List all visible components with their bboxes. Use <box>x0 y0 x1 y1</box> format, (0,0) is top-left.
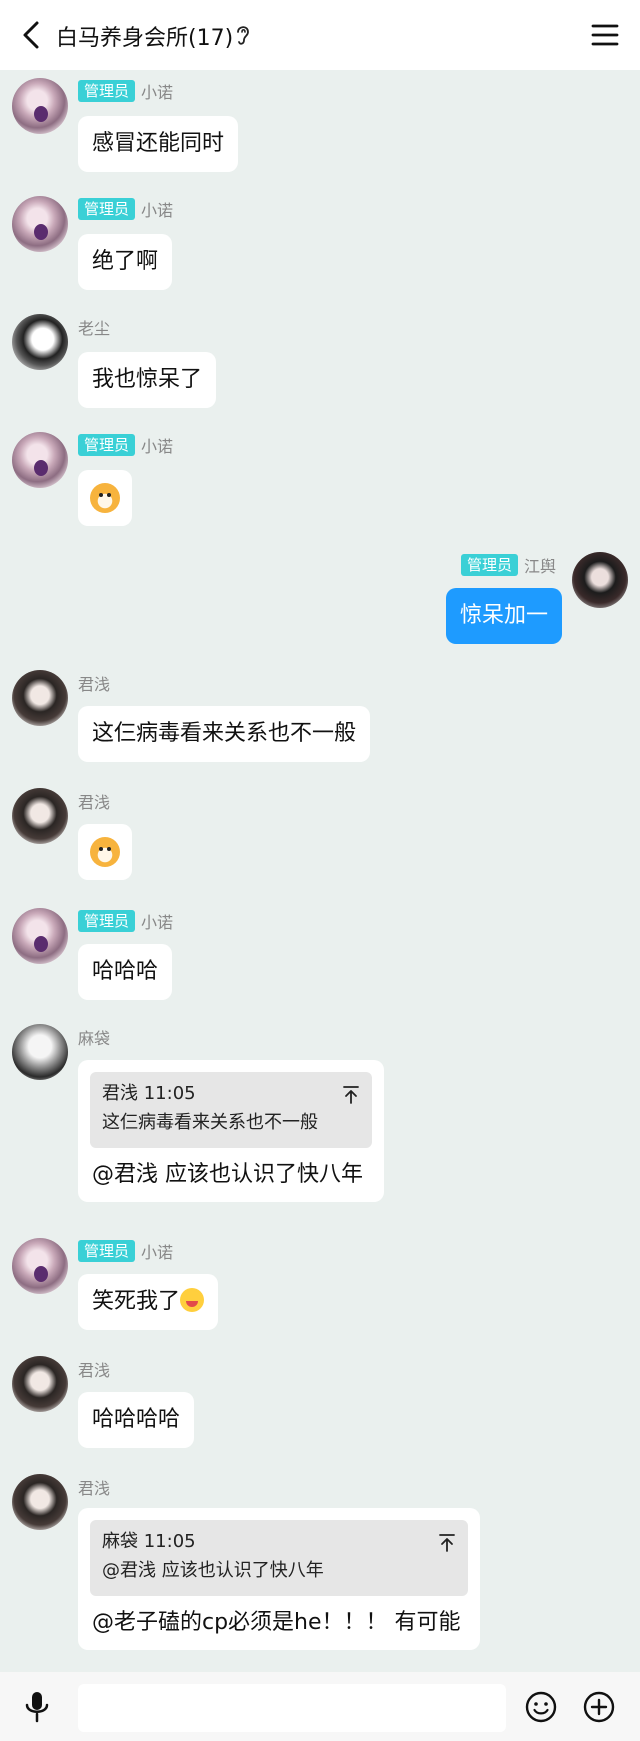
sender-name: 老尘 <box>78 319 111 338</box>
sender-name: 小诺 <box>141 913 174 932</box>
dog-emoji-icon <box>90 837 120 867</box>
avatar[interactable] <box>12 1024 68 1080</box>
admin-badge: 管理员 <box>78 80 136 102</box>
dog-emoji-icon <box>90 483 120 513</box>
avatar[interactable] <box>12 196 68 252</box>
sender-line: 君浅 <box>78 1476 110 1498</box>
message-bubble[interactable] <box>78 824 132 880</box>
avatar[interactable] <box>12 788 68 844</box>
input-bar <box>0 1672 640 1741</box>
sender-name: 小诺 <box>141 83 174 102</box>
sender-line: 管理员 小诺 <box>78 1240 173 1262</box>
smiley-icon[interactable] <box>524 1690 558 1724</box>
message-text: 笑死我了 <box>92 1289 181 1314</box>
message-bubble[interactable]: 我也惊呆了 <box>78 352 217 408</box>
sender-line: 君浅 <box>78 790 110 812</box>
message-bubble[interactable]: 笑死我了 <box>78 1274 219 1330</box>
sender-name: 小诺 <box>141 1243 174 1262</box>
message-bubble[interactable]: 这仨病毒看来关系也不一般 <box>78 706 371 762</box>
avatar[interactable] <box>12 1474 68 1530</box>
sender-line: 麻袋 <box>78 1026 110 1048</box>
sender-line: 管理员 小诺 <box>78 910 173 932</box>
microphone-icon[interactable] <box>22 1690 52 1724</box>
reply-text: @老子磕的cp必须是he！！！ 有可能 <box>92 1610 461 1635</box>
sender-name: 麻袋 <box>78 1029 111 1048</box>
sender-name: 君浅 <box>78 1361 111 1380</box>
sender-name: 君浅 <box>78 675 111 694</box>
plus-circle-icon[interactable] <box>582 1690 616 1724</box>
avatar[interactable] <box>12 908 68 964</box>
sender-line: 君浅 <box>78 672 110 694</box>
hamburger-menu-icon[interactable] <box>590 20 620 50</box>
sender-line: 管理员 江舆 <box>460 554 556 576</box>
quoted-header: 君浅 11:05 <box>102 1083 196 1104</box>
jump-to-quote-icon[interactable] <box>342 1084 360 1104</box>
quoted-text: 这仨病毒看来关系也不一般 <box>102 1112 318 1133</box>
reply-text: @君浅 应该也认识了快八年 <box>92 1162 363 1187</box>
quoted-message[interactable]: 君浅 11:05 这仨病毒看来关系也不一般 <box>90 1072 372 1148</box>
chat-header: 白马养身会所(17) <box>0 0 640 70</box>
group-title[interactable]: 白马养身会所(17) <box>56 20 233 52</box>
message-bubble[interactable]: 哈哈哈 <box>78 944 173 1000</box>
message-bubble[interactable]: 绝了啊 <box>78 234 173 290</box>
sender-line: 君浅 <box>78 1358 110 1380</box>
sender-name: 江舆 <box>523 557 556 576</box>
quoted-text: @君浅 应该也认识了快八年 <box>102 1560 324 1581</box>
sender-line: 管理员 小诺 <box>78 80 173 102</box>
reply-bubble[interactable]: 麻袋 11:05 @君浅 应该也认识了快八年 @老子磕的cp必须是he！！！ 有… <box>78 1508 480 1650</box>
quoted-message[interactable]: 麻袋 11:05 @君浅 应该也认识了快八年 <box>90 1520 468 1596</box>
sender-name: 君浅 <box>78 1479 111 1498</box>
admin-badge: 管理员 <box>78 434 136 456</box>
sender-line: 老尘 <box>78 316 110 338</box>
reply-bubble[interactable]: 君浅 11:05 这仨病毒看来关系也不一般 @君浅 应该也认识了快八年 <box>78 1060 384 1202</box>
admin-badge: 管理员 <box>78 198 136 220</box>
avatar[interactable] <box>12 432 68 488</box>
sender-line: 管理员 小诺 <box>78 434 173 456</box>
avatar[interactable] <box>12 1356 68 1412</box>
sender-name: 小诺 <box>141 201 174 220</box>
message-bubble[interactable] <box>78 470 132 526</box>
quoted-header: 麻袋 11:05 <box>102 1531 196 1552</box>
message-bubble[interactable]: 感冒还能同时 <box>78 116 239 172</box>
avatar[interactable] <box>12 670 68 726</box>
admin-badge: 管理员 <box>78 910 136 932</box>
avatar[interactable] <box>12 78 68 134</box>
jump-to-quote-icon[interactable] <box>438 1532 456 1552</box>
message-bubble-mine[interactable]: 惊呆加一 <box>445 588 562 644</box>
message-bubble[interactable]: 哈哈哈哈 <box>78 1392 195 1448</box>
admin-badge: 管理员 <box>460 554 518 576</box>
admin-badge: 管理员 <box>78 1240 136 1262</box>
sender-name: 君浅 <box>78 793 111 812</box>
ear-icon[interactable] <box>234 23 252 47</box>
avatar[interactable] <box>572 552 628 608</box>
chevron-left-icon <box>23 21 39 49</box>
back-button[interactable] <box>14 18 48 52</box>
sender-line: 管理员 小诺 <box>78 198 173 220</box>
avatar[interactable] <box>12 1238 68 1294</box>
laughing-face-emoji-icon <box>180 1288 205 1312</box>
message-input[interactable] <box>78 1684 506 1732</box>
avatar[interactable] <box>12 314 68 370</box>
sender-name: 小诺 <box>141 437 174 456</box>
